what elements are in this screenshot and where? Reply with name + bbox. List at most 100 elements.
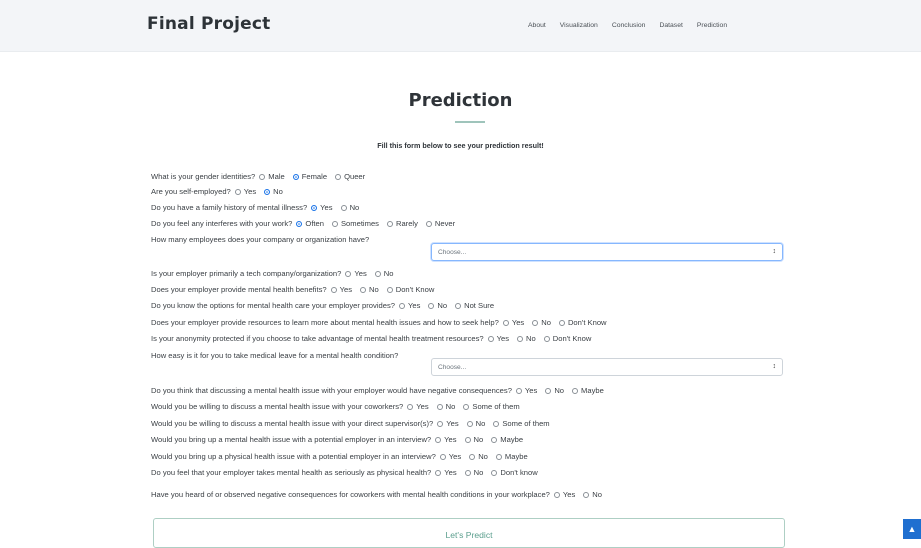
option-yes[interactable]: Yes	[433, 468, 457, 477]
option-no[interactable]: No	[465, 419, 485, 428]
option-no[interactable]: No	[426, 301, 447, 310]
option-yes[interactable]: Yes	[433, 435, 457, 444]
option-no[interactable]: No	[339, 203, 359, 212]
option-male[interactable]: Male	[257, 172, 285, 181]
radio-button[interactable]	[558, 319, 565, 326]
radio-button[interactable]	[572, 387, 579, 394]
radio-button[interactable]	[435, 469, 442, 476]
option-dont-know[interactable]: Don't Know	[542, 334, 591, 343]
option-often[interactable]: Often	[294, 219, 324, 228]
option-dont-know[interactable]: Don't Know	[385, 285, 434, 294]
option-yes[interactable]: Yes	[309, 203, 333, 212]
radio-button[interactable]	[463, 403, 470, 410]
radio-button[interactable]	[374, 270, 381, 277]
radio-button[interactable]	[491, 469, 498, 476]
option-no[interactable]: No	[435, 402, 455, 411]
radio-button[interactable]	[330, 286, 337, 293]
radio-button[interactable]	[437, 420, 444, 427]
radio-button[interactable]	[493, 420, 500, 427]
radio-button[interactable]	[532, 319, 539, 326]
radio-button[interactable]	[495, 453, 502, 460]
radio-button[interactable]	[455, 302, 462, 309]
radio-button[interactable]	[435, 436, 442, 443]
option-dont-know[interactable]: Don't Know	[557, 318, 607, 327]
option-queer[interactable]: Queer	[333, 172, 365, 181]
option-never[interactable]: Never	[424, 219, 455, 228]
option-yes[interactable]: Yes	[397, 301, 420, 310]
predict-button[interactable]: Let's Predict	[153, 518, 785, 548]
option-maybe[interactable]: Maybe	[494, 452, 528, 461]
radio-button[interactable]	[517, 335, 524, 342]
radio-button[interactable]	[360, 286, 366, 293]
option-no[interactable]: No	[358, 285, 379, 294]
option-sometimes[interactable]: Sometimes	[330, 219, 379, 228]
option-maybe[interactable]: Maybe	[570, 386, 604, 395]
radio-button[interactable]	[545, 387, 552, 394]
option-some-of-them[interactable]: Some of them	[461, 402, 520, 411]
radio-button[interactable]	[502, 319, 509, 326]
option-yes[interactable]: Yes	[233, 187, 256, 196]
radio-button[interactable]	[425, 220, 432, 227]
radio-button[interactable]	[386, 220, 393, 227]
nav-link-about[interactable]: About	[528, 22, 546, 29]
radio-button[interactable]	[464, 469, 471, 476]
nav-link-prediction[interactable]: Prediction	[697, 22, 727, 29]
brand-logo[interactable]: Final Project	[147, 14, 270, 34]
option-yes[interactable]: Yes	[435, 419, 459, 428]
option-yes[interactable]: Yes	[329, 285, 352, 294]
radio-button[interactable]	[464, 436, 471, 443]
company-size-select[interactable]: Choose... ↕	[431, 243, 783, 261]
radio-button[interactable]	[428, 302, 435, 309]
option-yes[interactable]: Yes	[343, 269, 367, 278]
option-not-sure[interactable]: Not Sure	[453, 301, 494, 310]
radio-button[interactable]	[515, 387, 522, 394]
option-no[interactable]: No	[467, 452, 488, 461]
radio-button[interactable]	[292, 173, 299, 180]
option-dont-know[interactable]: Don't know	[489, 468, 538, 477]
radio-button[interactable]	[439, 453, 446, 460]
radio-button[interactable]	[553, 491, 560, 498]
option-female[interactable]: Female	[291, 172, 327, 181]
option-no[interactable]: No	[463, 468, 483, 477]
radio-button[interactable]	[340, 204, 347, 211]
option-yes[interactable]: Yes	[552, 490, 575, 499]
option-yes[interactable]: Yes	[514, 386, 537, 395]
medical-leave-select[interactable]: Choose... ↕	[431, 358, 783, 376]
radio-button[interactable]	[398, 302, 405, 309]
radio-button[interactable]	[345, 270, 352, 277]
nav-link-conclusion[interactable]: Conclusion	[612, 22, 646, 29]
option-yes[interactable]: Yes	[405, 402, 429, 411]
radio-button[interactable]	[407, 403, 414, 410]
radio-button[interactable]	[491, 436, 498, 443]
radio-button[interactable]	[331, 220, 338, 227]
option-maybe[interactable]: Maybe	[489, 435, 523, 444]
radio-button[interactable]	[583, 491, 590, 498]
arrow-up-icon[interactable]: ▲	[903, 519, 921, 539]
option-no[interactable]: No	[530, 318, 551, 327]
option-no[interactable]: No	[543, 386, 564, 395]
option-yes[interactable]: Yes	[486, 334, 509, 343]
option-yes[interactable]: Yes	[501, 318, 524, 327]
radio-button[interactable]	[466, 420, 473, 427]
radio-button[interactable]	[386, 286, 393, 293]
radio-button[interactable]	[487, 335, 494, 342]
nav-link-dataset[interactable]: Dataset	[659, 22, 682, 29]
radio-button[interactable]	[543, 335, 550, 342]
option-no[interactable]: No	[515, 334, 536, 343]
radio-button[interactable]	[469, 453, 476, 460]
radio-button[interactable]	[259, 173, 266, 180]
radio-button[interactable]	[264, 188, 271, 195]
option-no[interactable]: No	[373, 269, 393, 278]
option-no[interactable]: No	[581, 490, 602, 499]
radio-button[interactable]	[436, 403, 443, 410]
radio-button[interactable]	[311, 204, 318, 211]
option-yes[interactable]: Yes	[438, 452, 461, 461]
option-no[interactable]: No	[463, 435, 483, 444]
nav-link-visualization[interactable]: Visualization	[560, 22, 598, 29]
option-some-of-them[interactable]: Some of them	[491, 419, 550, 428]
option-no[interactable]: No	[262, 187, 283, 196]
option-rarely[interactable]: Rarely	[385, 219, 418, 228]
radio-button[interactable]	[335, 173, 342, 180]
radio-button[interactable]	[296, 220, 303, 227]
radio-button[interactable]	[234, 188, 241, 195]
